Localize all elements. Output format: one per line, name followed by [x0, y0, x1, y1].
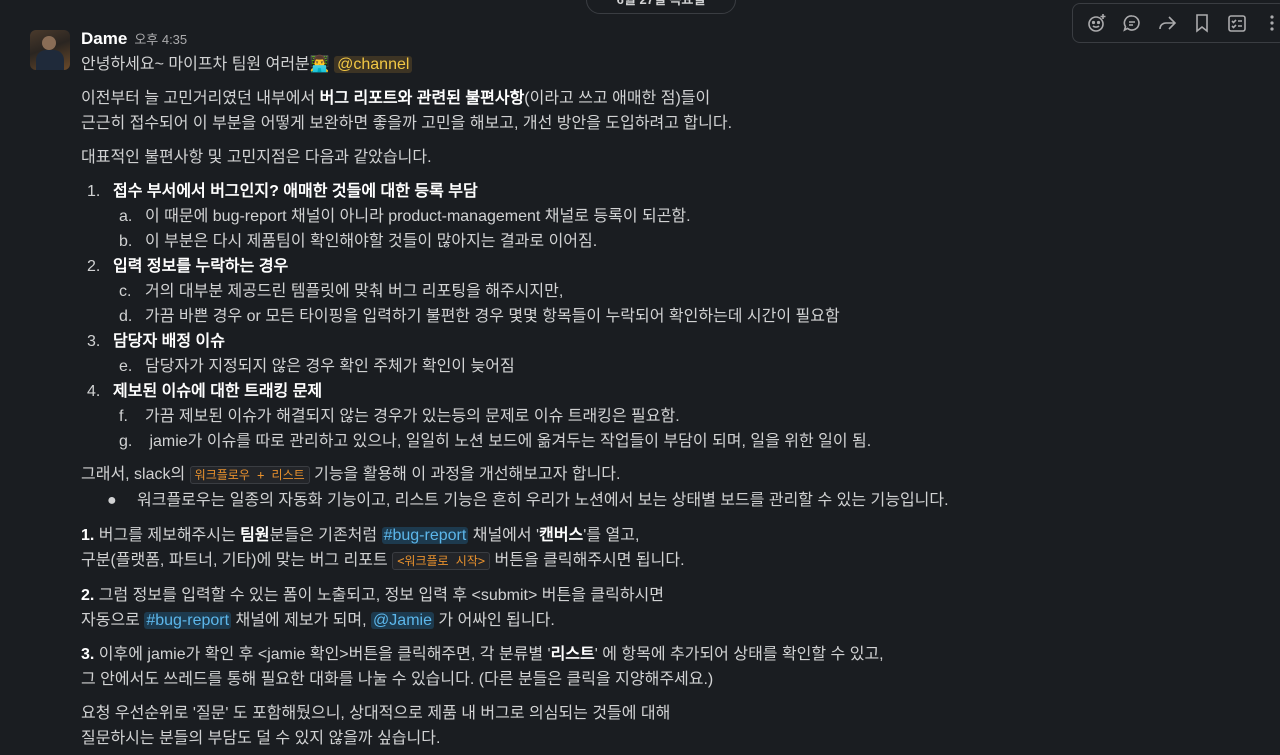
- sub-list-item: f. 가끔 제보된 이슈가 해결되지 않는 경우가 있는등의 문제로 이슈 트래킹…: [81, 404, 1261, 429]
- bullet-dot: ●: [107, 492, 117, 509]
- step-3-line-2: 그 안에서도 쓰레드를 통해 필요한 대화를 나눌 수 있습니다. (다른 분들…: [81, 671, 714, 688]
- list-item: 3. 담당자 배정 이슈: [81, 329, 1261, 354]
- step1-text-c: 채널에서 ': [468, 527, 540, 544]
- paragraph-4-line-1: 요청 우선순위로 '질문' 도 포함해뒀으니, 상대적으로 제품 내 버그로 의…: [81, 705, 671, 722]
- step1-text-a: 버그를 제보해주시는: [94, 527, 241, 544]
- list-item: 4. 제보된 이슈에 대한 트래킹 문제: [81, 379, 1261, 404]
- jamie-mention[interactable]: @Jamie: [371, 612, 434, 629]
- p1-text-a: 이전부터 늘 고민거리였던 내부에서: [81, 90, 320, 107]
- list-item: 1. 접수 부서에서 버그인지? 애매한 것들에 대한 등록 부담: [81, 179, 1261, 204]
- step-3-number: 3.: [81, 646, 95, 663]
- avatar[interactable]: [30, 30, 70, 70]
- issue-list: 1. 접수 부서에서 버그인지? 애매한 것들에 대한 등록 부담 a. 이 때문에 …: [81, 179, 1261, 454]
- step-2-number: 2.: [81, 587, 95, 604]
- step1-line2-a: 구분(플랫폼, 파트너, 기타)에 맞는 버그 리포트: [81, 552, 393, 569]
- list-item-title: 입력 정보를 누락하는 경우: [113, 258, 289, 275]
- step1-line2-b: 버튼을 클릭해주시면 됩니다.: [490, 552, 685, 569]
- bullet-item: ● 워크플로우는 일종의 자동화 기능이고, 리스트 기능은 흔히 우리가 노션에…: [81, 488, 1261, 513]
- author-name[interactable]: Dame: [81, 29, 127, 49]
- step2-line2-a: 자동으로: [81, 612, 145, 629]
- message: Dame 오후 4:35 안녕하세요~ 마이프차 팀원 여러분👨‍💻 @chan…: [81, 29, 1261, 751]
- sub-list-text: 가끔 제보된 이슈가 해결되지 않는 경우가 있는등의 문제로 이슈 트래킹은 …: [145, 408, 680, 425]
- paragraph-3: 그래서, slack의 워크플로우 + 리스트 기능을 활용해 이 과정을 개선…: [81, 462, 1261, 488]
- step3-bold: 리스트: [550, 646, 595, 663]
- step1-bold: 팀원: [240, 527, 270, 544]
- paragraph-1-line-2: 근근히 접수되어 이 부분을 어떻게 보완하면 좋을까 고민을 해보고, 개선 …: [81, 115, 733, 132]
- p3-text-a: 그래서, slack의: [81, 466, 190, 483]
- step2-line2-b: 채널에 제보가 되며,: [231, 612, 372, 629]
- step-1-line-2: 구분(플랫폼, 파트너, 기타)에 맞는 버그 리포트 <워크플로 시작> 버튼…: [81, 548, 1261, 574]
- step3-text-b: ' 에 항목에 추가되어 상태를 확인할 수 있고,: [594, 646, 884, 663]
- sub-list-item: e. 담당자가 지정되지 않은 경우 확인 주체가 확인이 늦어짐: [81, 354, 1261, 379]
- list-item-title: 제보된 이슈에 대한 트래킹 문제: [113, 383, 323, 400]
- greeting-text: 안녕하세요~ 마이프차 팀원 여러분: [81, 56, 310, 73]
- sub-list-text: 거의 대부분 제공드린 템플릿에 맞춰 버그 리포팅을 해주시지만,: [145, 283, 564, 300]
- sub-list-text: 가끔 바쁜 경우 or 모든 타이핑을 입력하기 불편한 경우 몇몇 항목들이 …: [145, 308, 840, 325]
- list-item: 2. 입력 정보를 누락하는 경우: [81, 254, 1261, 279]
- step-1-number: 1.: [81, 527, 95, 544]
- list-item-title: 접수 부서에서 버그인지? 애매한 것들에 대한 등록 부담: [113, 183, 478, 200]
- step1-bold2: 캔버스: [539, 527, 584, 544]
- sub-list-item: c. 거의 대부분 제공드린 템플릿에 맞춰 버그 리포팅을 해주시지만,: [81, 279, 1261, 304]
- sub-list-item: b. 이 부분은 다시 제품팀이 확인해야할 것들이 많아지는 결과로 이어짐.: [81, 229, 1261, 254]
- channel-mention[interactable]: @channel: [334, 56, 413, 73]
- step-2-line-2: 자동으로 #bug-report 채널에 제보가 되며, @Jamie 가 어싸…: [81, 608, 1261, 633]
- bullet-text: 워크플로우는 일종의 자동화 기능이고, 리스트 기능은 흔히 우리가 노션에서…: [137, 492, 949, 509]
- sub-list-text: 이 부분은 다시 제품팀이 확인해야할 것들이 많아지는 결과로 이어짐.: [145, 233, 598, 250]
- paragraph-2: 대표적인 불편사항 및 고민지점은 다음과 같았습니다.: [81, 149, 432, 166]
- p3-text-b: 기능을 활용해 이 과정을 개선해보고자 합니다.: [309, 466, 621, 483]
- step2-text-a: 그럼 정보를 입력할 수 있는 폼이 노출되고, 정보 입력 후 <submit…: [94, 587, 664, 604]
- sub-list-text: 이 때문에 bug-report 채널이 아니라 product-managem…: [145, 208, 691, 225]
- step-3-line-1: 3. 이후에 jamie가 확인 후 <jamie 확인>버튼을 클릭해주면, …: [81, 642, 1261, 667]
- step-2-line-1: 2. 그럼 정보를 입력할 수 있는 폼이 노출되고, 정보 입력 후 <sub…: [81, 583, 1261, 608]
- sub-list-text: jamie가 이슈를 따로 관리하고 있으나, 일일히 노션 보드에 옮겨두는 …: [145, 433, 872, 450]
- step3-text-a: 이후에 jamie가 확인 후 <jamie 확인>버튼을 클릭해주면, 각 분…: [94, 646, 551, 663]
- paragraph-1-line-1: 이전부터 늘 고민거리였던 내부에서 버그 리포트와 관련된 불편사항(이라고 …: [81, 86, 1261, 111]
- date-divider[interactable]: 6월 27일 목요일: [586, 0, 736, 14]
- workflow-list-code: 워크플로우 + 리스트: [189, 466, 310, 484]
- sub-list-text: 담당자가 지정되지 않은 경우 확인 주체가 확인이 늦어짐: [145, 358, 515, 375]
- bug-report-channel-link-2[interactable]: #bug-report: [144, 612, 232, 629]
- technologist-emoji[interactable]: 👨‍💻: [310, 56, 330, 73]
- sub-list-item: d. 가끔 바쁜 경우 or 모든 타이핑을 입력하기 불편한 경우 몇몇 항목들…: [81, 304, 1261, 329]
- message-header: Dame 오후 4:35: [81, 29, 1261, 51]
- workflow-start-code: <워크플로 시작>: [392, 552, 491, 570]
- bug-report-channel-link[interactable]: #bug-report: [381, 527, 469, 544]
- list-item-title: 담당자 배정 이슈: [113, 333, 225, 350]
- p1-text-b: (이라고 쓰고 애매한 점)들이: [524, 90, 711, 107]
- step2-line2-c: 가 어싸인 됩니다.: [433, 612, 555, 629]
- timestamp[interactable]: 오후 4:35: [134, 29, 187, 48]
- sub-list-item: g. jamie가 이슈를 따로 관리하고 있으나, 일일히 노션 보드에 옮겨…: [81, 429, 1261, 454]
- greeting-line: 안녕하세요~ 마이프차 팀원 여러분👨‍💻 @channel: [81, 52, 1261, 77]
- paragraph-4-line-2: 질문하시는 분들의 부담도 덜 수 있지 않을까 싶습니다.: [81, 730, 441, 747]
- step-1-line-1: 1. 버그를 제보해주시는 팀원분들은 기존처럼 #bug-report 채널에…: [81, 523, 1261, 548]
- step1-text-b: 분들은 기존처럼: [269, 527, 382, 544]
- p1-bold: 버그 리포트와 관련된 불편사항: [319, 90, 525, 107]
- step1-text-d: '를 열고,: [583, 527, 640, 544]
- sub-list-item: a. 이 때문에 bug-report 채널이 아니라 product-manag…: [81, 204, 1261, 229]
